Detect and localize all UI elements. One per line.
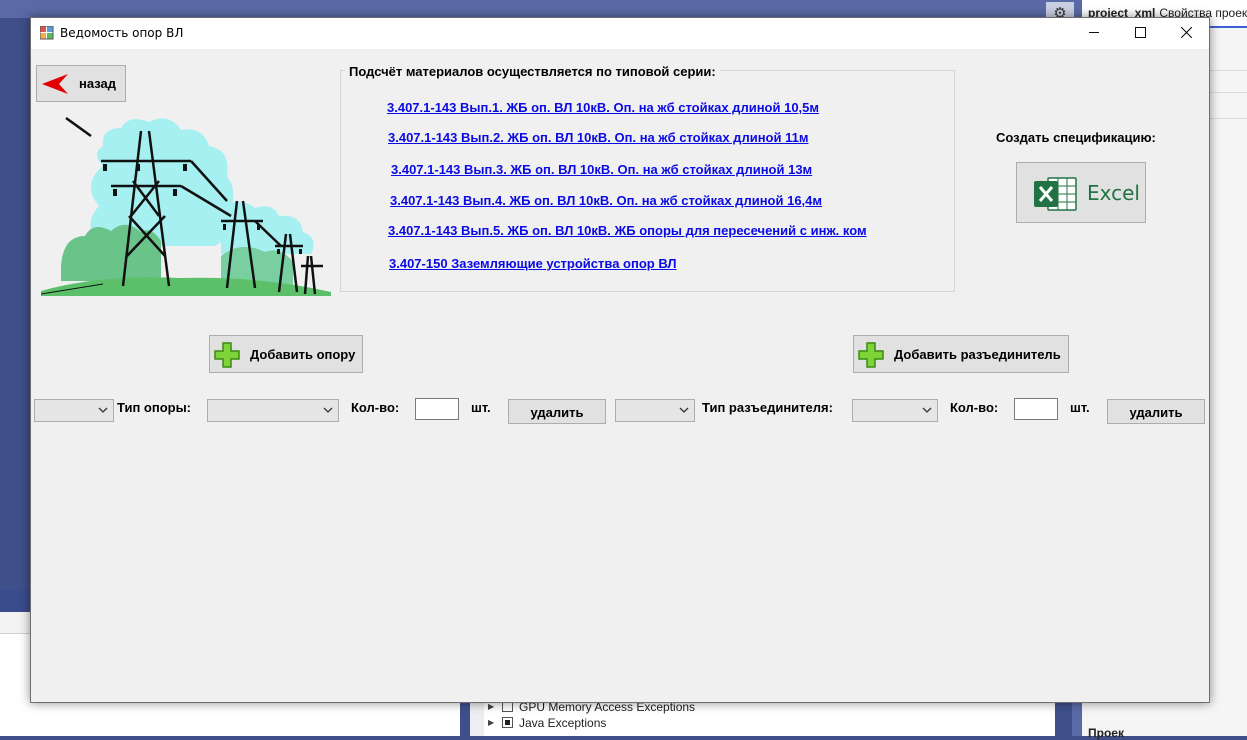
- divider: [1210, 118, 1247, 119]
- back-button[interactable]: назад: [36, 65, 126, 102]
- exception-checkbox[interactable]: [502, 717, 513, 728]
- expand-arrow-icon[interactable]: ▶: [488, 718, 496, 727]
- series-link-4[interactable]: 3.407.1-143 Вып.4. ЖБ оп. ВЛ 10кВ. Оп. н…: [390, 193, 822, 208]
- expand-arrow-icon[interactable]: ▶: [488, 702, 496, 711]
- disconnector-qty-label: Кол-во:: [950, 400, 999, 415]
- chevron-down-icon: [679, 407, 689, 413]
- window-title: Ведомость опор ВЛ: [60, 26, 184, 40]
- pole-qty-input[interactable]: [415, 398, 459, 420]
- divider: [1210, 92, 1247, 93]
- maximize-icon: [1134, 27, 1146, 38]
- series-link-1[interactable]: 3.407.1-143 Вып.1. ЖБ оп. ВЛ 10кВ. Оп. н…: [387, 100, 819, 115]
- delete-pole-button[interactable]: удалить: [508, 399, 606, 424]
- disconnector-type-label: Тип разъединителя:: [702, 400, 833, 415]
- back-arrow-icon: [42, 74, 68, 94]
- maximize-button[interactable]: [1117, 18, 1163, 49]
- add-disconnector-button[interactable]: Добавить разъединитель: [853, 335, 1069, 373]
- disconnector-type-dropdown[interactable]: [852, 399, 938, 422]
- pole-number-dropdown[interactable]: [34, 399, 114, 422]
- back-button-label: назад: [79, 76, 117, 91]
- pole-type-label: Тип опоры:: [117, 400, 192, 415]
- exception-row[interactable]: ▶ Java Exceptions: [488, 714, 606, 731]
- add-pole-button[interactable]: Добавить опору: [209, 335, 363, 373]
- dialog-window: Ведомость опор ВЛ назад Подсчёт материал…: [30, 17, 1210, 703]
- add-disconnector-label: Добавить разъединитель: [894, 347, 1061, 362]
- chevron-down-icon: [98, 407, 108, 413]
- excel-button-label: Excel: [1087, 181, 1140, 205]
- series-link-6[interactable]: 3.407-150 Заземляющие устройства опор ВЛ: [389, 256, 677, 271]
- disconnector-unit-label: шт.: [1070, 400, 1090, 415]
- series-link-5[interactable]: 3.407.1-143 Вып.5. ЖБ оп. ВЛ 10кВ. ЖБ оп…: [388, 223, 867, 238]
- delete-disconnector-button[interactable]: удалить: [1107, 399, 1205, 424]
- pole-qty-label: Кол-во:: [351, 400, 400, 415]
- app-icon: [40, 26, 54, 40]
- excel-export-button[interactable]: Excel: [1016, 162, 1146, 223]
- series-link-3[interactable]: 3.407.1-143 Вып.3. ЖБ оп. ВЛ 10кВ. Оп. н…: [391, 162, 812, 177]
- divider: [1210, 70, 1247, 71]
- exception-label: Java Exceptions: [519, 715, 607, 730]
- add-pole-label: Добавить опору: [250, 347, 356, 362]
- pole-unit-label: шт.: [471, 400, 491, 415]
- create-spec-label: Создать спецификацию:: [996, 130, 1156, 145]
- delete-disconnector-label: удалить: [1129, 405, 1183, 420]
- power-line-illustration: [41, 116, 331, 296]
- chevron-down-icon: [323, 407, 333, 413]
- plus-icon: [858, 342, 884, 368]
- delete-pole-label: удалить: [530, 405, 584, 420]
- pole-type-dropdown[interactable]: [207, 399, 339, 422]
- solution-explorer-label: Проек: [1088, 726, 1124, 740]
- minimize-button[interactable]: [1071, 18, 1117, 49]
- close-button[interactable]: [1163, 18, 1209, 49]
- series-group-title: Подсчёт материалов осуществляется по тип…: [345, 64, 720, 79]
- minimize-icon: [1088, 32, 1099, 33]
- disconnector-number-dropdown[interactable]: [615, 399, 695, 422]
- close-icon: [1180, 26, 1192, 39]
- plus-icon: [214, 342, 240, 368]
- title-bar[interactable]: Ведомость опор ВЛ: [31, 18, 1209, 49]
- disconnector-qty-input[interactable]: [1014, 398, 1058, 420]
- excel-icon: [1034, 177, 1077, 211]
- chevron-down-icon: [922, 407, 932, 413]
- series-link-2[interactable]: 3.407.1-143 Вып.2. ЖБ оп. ВЛ 10кВ. Оп. н…: [388, 130, 808, 145]
